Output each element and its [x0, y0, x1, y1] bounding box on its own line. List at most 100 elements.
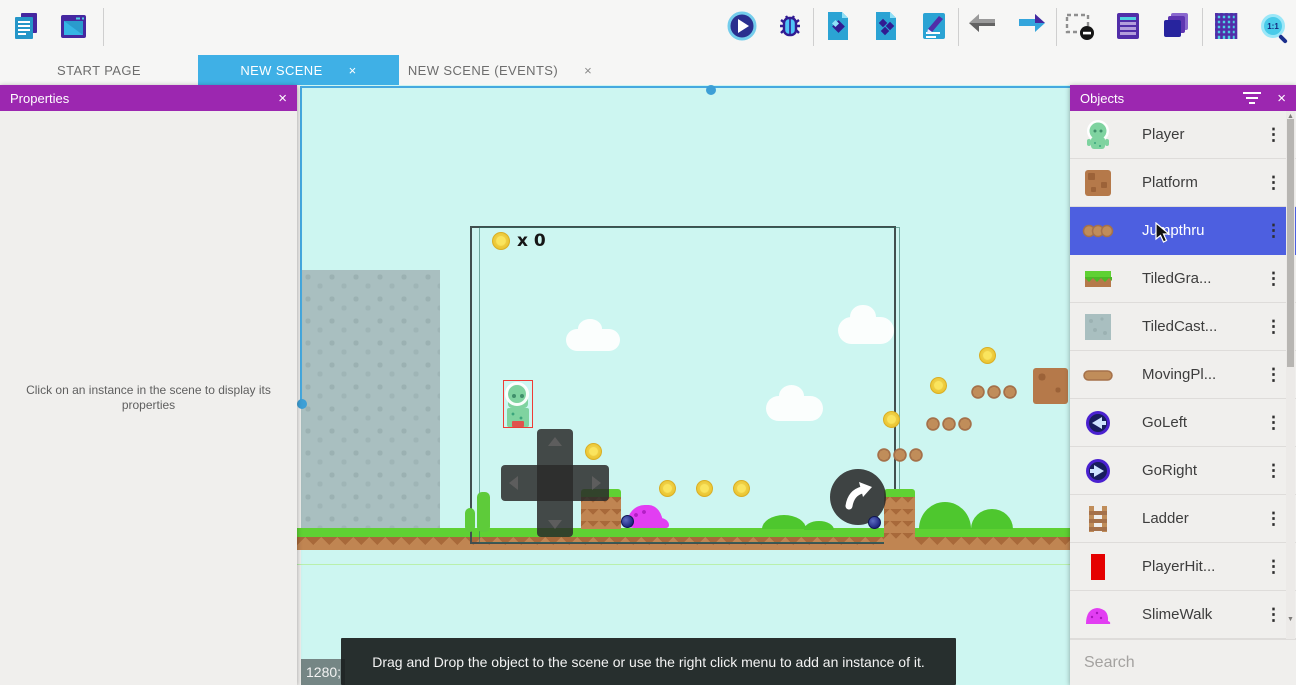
kebab-menu-icon[interactable]: ⋮: [1265, 605, 1282, 625]
scroll-down-icon[interactable]: ▼: [1286, 616, 1295, 623]
project-manager-icon[interactable]: [10, 10, 42, 42]
list-item-tiledgrass[interactable]: TiledGra... ⋮: [1070, 255, 1296, 303]
toolbar-divider: [958, 8, 959, 46]
toolbar-divider: [1202, 8, 1203, 46]
close-icon[interactable]: ×: [1277, 91, 1286, 106]
object-label: Jumpthru: [1142, 222, 1205, 239]
cactus-sprite[interactable]: [465, 508, 475, 532]
ball-instance[interactable]: [621, 515, 634, 528]
kebab-menu-icon[interactable]: ⋮: [1265, 461, 1282, 481]
jumpthru-instance[interactable]: [926, 417, 973, 432]
object-label: Ladder: [1142, 510, 1189, 527]
properties-panel: Properties × Click on an instance in the…: [0, 85, 297, 685]
tab-close-icon[interactable]: ×: [584, 63, 592, 78]
instances-list-icon[interactable]: [1112, 10, 1144, 42]
tab-new-scene[interactable]: NEW SCENE ×: [198, 55, 399, 85]
dpad-right-arrow-icon[interactable]: [592, 476, 601, 490]
cactus-sprite[interactable]: [477, 492, 490, 532]
kebab-menu-icon[interactable]: ⋮: [1265, 413, 1282, 433]
list-item-platform[interactable]: Platform ⋮: [1070, 159, 1296, 207]
bush-instance[interactable]: [971, 509, 1013, 529]
toolbar-divider: [1056, 8, 1057, 46]
zoom-lens: 1:1: [1261, 14, 1285, 38]
toolbar-divider: [813, 8, 814, 46]
castle-wall-instance[interactable]: [301, 270, 440, 530]
close-icon[interactable]: ×: [278, 91, 287, 106]
coin-instance[interactable]: [659, 480, 676, 497]
jumpthru-instance[interactable]: [877, 448, 924, 463]
player-instance-selected[interactable]: [503, 380, 533, 428]
coin-instance[interactable]: [930, 377, 947, 394]
list-item-ladder[interactable]: Ladder ⋮: [1070, 495, 1296, 543]
cloud-instance[interactable]: [838, 317, 894, 344]
object-groups-icon[interactable]: [870, 10, 902, 42]
grid-icon[interactable]: [1210, 10, 1242, 42]
object-label: Platform: [1142, 174, 1198, 191]
tab-label: NEW SCENE: [240, 63, 322, 78]
list-item-player[interactable]: Player ⋮: [1070, 111, 1296, 159]
coin-instance[interactable]: [733, 480, 750, 497]
kebab-menu-icon[interactable]: ⋮: [1265, 365, 1282, 385]
objects-scrollbar[interactable]: ▲ ▼: [1286, 111, 1295, 639]
tab-new-scene-events[interactable]: NEW SCENE (EVENTS) ×: [399, 55, 601, 85]
bush-instance[interactable]: [919, 502, 971, 529]
kebab-menu-icon[interactable]: ⋮: [1265, 125, 1282, 145]
scene-canvas[interactable]: x 0 1280; Drag and Drop the object to th…: [297, 85, 1070, 685]
list-item-tiledcastle[interactable]: TiledCast... ⋮: [1070, 303, 1296, 351]
dpad-down-arrow-icon[interactable]: [548, 520, 562, 529]
coin-instance[interactable]: [979, 347, 996, 364]
dpad-left-arrow-icon[interactable]: [509, 476, 518, 490]
tab-start-page[interactable]: START PAGE: [0, 55, 198, 85]
debug-icon[interactable]: [774, 10, 806, 42]
ball-instance[interactable]: [868, 516, 881, 529]
filter-icon[interactable]: [1243, 92, 1261, 104]
list-item-slimewalk[interactable]: SlimeWalk ⋮: [1070, 591, 1296, 639]
object-label: TiledCast...: [1142, 318, 1217, 335]
objects-list: Player ⋮ Platform ⋮ Jumpthru ⋮ TiledGra.…: [1070, 111, 1296, 639]
kebab-menu-icon[interactable]: ⋮: [1265, 221, 1282, 241]
guide-handle-top[interactable]: [706, 85, 716, 95]
search-input[interactable]: [1084, 654, 1291, 672]
list-item-goright[interactable]: GoRight ⋮: [1070, 447, 1296, 495]
dirt-body: [884, 497, 915, 545]
jumpthru-instance[interactable]: [971, 385, 1018, 400]
tiled-castle-icon: [1082, 311, 1114, 343]
list-item-playerhitbox[interactable]: PlayerHit... ⋮: [1070, 543, 1296, 591]
object-label: MovingPl...: [1142, 366, 1216, 383]
list-item-jumpthru[interactable]: Jumpthru ⋮: [1070, 207, 1296, 255]
coin-instance[interactable]: [696, 480, 713, 497]
player-eye: [512, 394, 516, 398]
kebab-menu-icon[interactable]: ⋮: [1265, 317, 1282, 337]
grass-block-instance[interactable]: [884, 489, 915, 545]
objects-editor-icon[interactable]: [822, 10, 854, 42]
drag-drop-tooltip: Drag and Drop the object to the scene or…: [341, 638, 956, 685]
start-page-icon[interactable]: [57, 10, 89, 42]
layers-icon[interactable]: [1160, 10, 1192, 42]
coin-instance[interactable]: [585, 443, 602, 460]
play-icon[interactable]: [726, 10, 758, 42]
scrollbar-thumb[interactable]: [1287, 119, 1294, 367]
list-item-goleft[interactable]: GoLeft ⋮: [1070, 399, 1296, 447]
deselect-icon[interactable]: [1064, 10, 1096, 42]
platform-instance[interactable]: [1033, 368, 1068, 404]
dpad-up-arrow-icon[interactable]: [548, 437, 562, 446]
kebab-menu-icon[interactable]: ⋮: [1265, 173, 1282, 193]
edit-scene-icon[interactable]: [918, 10, 950, 42]
objects-panel-header: Objects ×: [1070, 85, 1296, 111]
kebab-menu-icon[interactable]: ⋮: [1265, 557, 1282, 577]
list-item-movingplatform[interactable]: MovingPl... ⋮: [1070, 351, 1296, 399]
guide-handle-left[interactable]: [297, 399, 307, 409]
kebab-menu-icon[interactable]: ⋮: [1265, 269, 1282, 289]
tab-label: NEW SCENE (EVENTS): [408, 63, 558, 78]
cloud-instance[interactable]: [766, 396, 823, 421]
kebab-menu-icon[interactable]: ⋮: [1265, 509, 1282, 529]
jumpthru-icon: [1082, 215, 1114, 247]
tab-close-icon[interactable]: ×: [349, 63, 357, 78]
player-suit: [512, 421, 524, 427]
object-label: GoRight: [1142, 462, 1197, 479]
zoom-1-1-icon[interactable]: 1:1: [1257, 10, 1289, 42]
cloud-instance[interactable]: [566, 329, 620, 351]
redo-icon[interactable]: [1015, 10, 1047, 42]
undo-icon[interactable]: [967, 10, 999, 42]
coin-instance[interactable]: [883, 411, 900, 428]
